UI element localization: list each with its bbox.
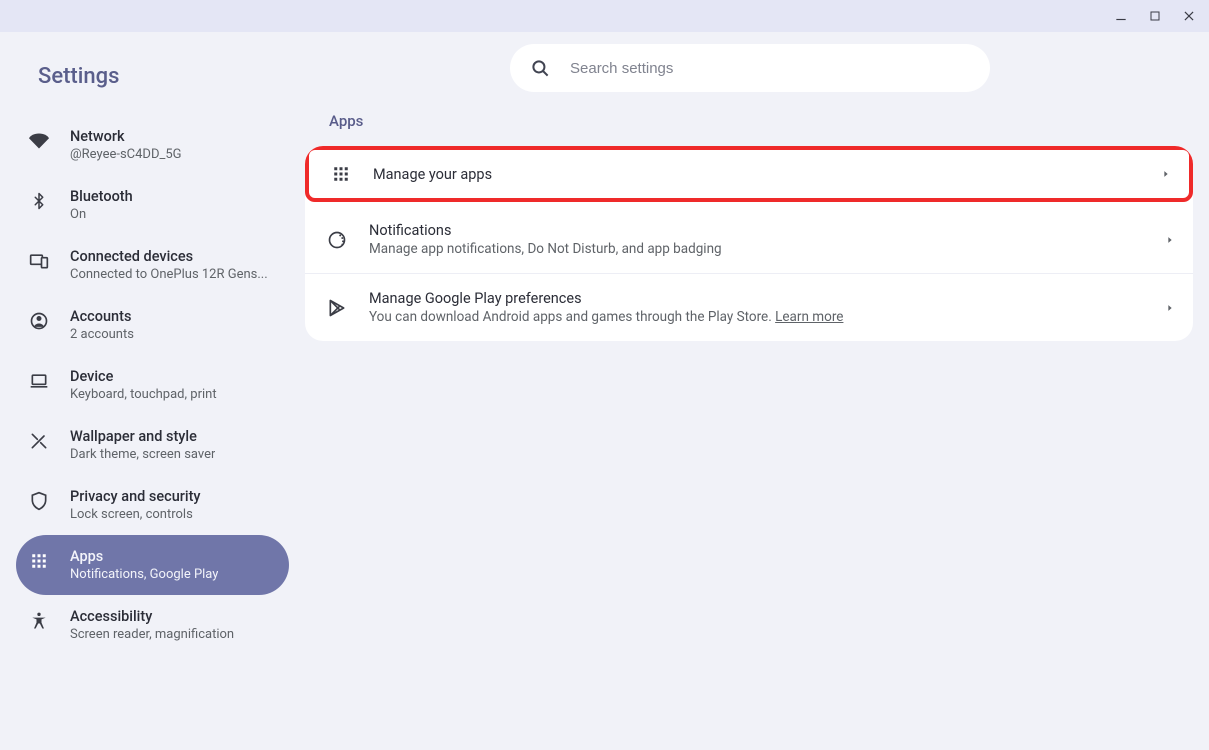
minimize-button[interactable] xyxy=(1111,6,1131,26)
sidebar-item-sublabel: Screen reader, magnification xyxy=(70,627,234,642)
card-google-play[interactable]: Manage Google Play preferences You can d… xyxy=(305,273,1193,341)
wifi-icon xyxy=(28,130,50,152)
sidebar-item-sublabel: Keyboard, touchpad, print xyxy=(70,387,217,402)
bluetooth-icon xyxy=(28,190,50,212)
apps-grid-icon xyxy=(329,162,353,186)
sidebar-item-label: Accounts xyxy=(70,308,134,325)
sidebar-item-sublabel: Lock screen, controls xyxy=(70,507,201,522)
sidebar-item-label: Wallpaper and style xyxy=(70,428,215,445)
sidebar-item-network[interactable]: Network @Reyee-sC4DD_5G xyxy=(16,115,289,175)
sidebar-item-device[interactable]: Device Keyboard, touchpad, print xyxy=(16,355,289,415)
sidebar-item-label: Privacy and security xyxy=(70,488,201,505)
account-icon xyxy=(28,310,50,332)
search-icon xyxy=(530,58,550,78)
card-title: Manage Google Play preferences xyxy=(369,290,1145,307)
maximize-button[interactable] xyxy=(1145,6,1165,26)
sidebar-item-bluetooth[interactable]: Bluetooth On xyxy=(16,175,289,235)
sidebar-item-label: Network xyxy=(70,128,182,145)
window-titlebar xyxy=(0,0,1209,32)
chevron-right-icon xyxy=(1165,303,1175,313)
card-notifications[interactable]: Notifications Manage app notifications, … xyxy=(305,206,1193,273)
sidebar-item-apps[interactable]: Apps Notifications, Google Play xyxy=(16,535,289,595)
card-subtitle: You can download Android apps and games … xyxy=(369,309,1145,325)
apps-grid-icon xyxy=(28,550,50,572)
chevron-right-icon xyxy=(1161,169,1171,179)
card-manage-apps[interactable]: Manage your apps xyxy=(305,146,1193,202)
section-title: Apps xyxy=(305,112,1193,146)
sidebar-item-privacy[interactable]: Privacy and security Lock screen, contro… xyxy=(16,475,289,535)
card-title: Notifications xyxy=(369,222,1145,239)
sidebar-item-sublabel: Connected to OnePlus 12R Gens... xyxy=(70,267,268,282)
sidebar-item-sublabel: @Reyee-sC4DD_5G xyxy=(70,147,182,162)
sidebar-item-sublabel: 2 accounts xyxy=(70,327,134,342)
sidebar-item-label: Device xyxy=(70,368,217,385)
sidebar: Settings Network @Reyee-sC4DD_5G xyxy=(0,32,305,750)
shield-icon xyxy=(28,490,50,512)
sidebar-item-sublabel: Notifications, Google Play xyxy=(70,567,218,582)
sidebar-item-label: Bluetooth xyxy=(70,188,133,205)
sidebar-item-wallpaper[interactable]: Wallpaper and style Dark theme, screen s… xyxy=(16,415,289,475)
sidebar-item-accounts[interactable]: Accounts 2 accounts xyxy=(16,295,289,355)
dnd-icon xyxy=(325,228,349,252)
google-play-icon xyxy=(325,296,349,320)
learn-more-link[interactable]: Learn more xyxy=(775,309,843,325)
card-title: Manage your apps xyxy=(373,166,1141,183)
card-subtitle: Manage app notifications, Do Not Disturb… xyxy=(369,241,1145,257)
app-title: Settings xyxy=(16,46,289,115)
devices-icon xyxy=(28,250,50,272)
sidebar-item-sublabel: Dark theme, screen saver xyxy=(70,447,215,462)
laptop-icon xyxy=(28,370,50,392)
sidebar-item-sublabel: On xyxy=(70,207,133,222)
sidebar-item-label: Apps xyxy=(70,548,218,565)
search-bar[interactable] xyxy=(510,44,990,92)
palette-icon xyxy=(28,430,50,452)
search-input[interactable] xyxy=(570,60,970,77)
sidebar-item-label: Accessibility xyxy=(70,608,234,625)
chevron-right-icon xyxy=(1165,235,1175,245)
close-button[interactable] xyxy=(1179,6,1199,26)
accessibility-icon xyxy=(28,610,50,632)
sidebar-item-label: Connected devices xyxy=(70,248,268,265)
main-panel: Apps Manage your apps xyxy=(305,112,1193,341)
sidebar-item-accessibility[interactable]: Accessibility Screen reader, magnificati… xyxy=(16,595,289,655)
sidebar-item-connected-devices[interactable]: Connected devices Connected to OnePlus 1… xyxy=(16,235,289,295)
